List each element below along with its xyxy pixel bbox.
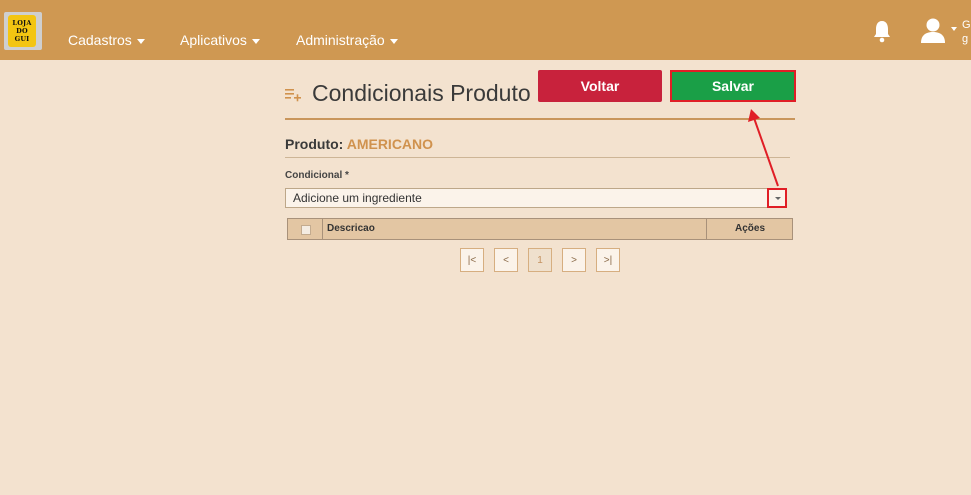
product-name: AMERICANO (346, 136, 434, 152)
pagination-page-button[interactable]: 1 (528, 248, 552, 272)
condicional-label: Condicional * (285, 170, 349, 181)
list-add-icon (285, 89, 301, 102)
nav-menu-label: Cadastros (68, 32, 132, 48)
chevron-down-icon (389, 38, 398, 44)
select-all-checkbox[interactable] (301, 225, 311, 235)
user-name-line-2: g (962, 33, 969, 45)
column-header-descricao[interactable]: Descricao (327, 219, 375, 239)
pagination-next-button[interactable]: > (562, 248, 586, 272)
store-logo[interactable]: LOJA DO GUI (4, 12, 42, 50)
page-title: Condicionais Produto (312, 80, 531, 106)
user-icon[interactable] (919, 16, 947, 44)
nav-menu-label: Aplicativos (180, 32, 247, 48)
annotation-arrow-icon (748, 109, 779, 187)
header-divider (285, 118, 795, 120)
logo-line-2: DO (16, 27, 28, 35)
conditions-table-header: Descricao Ações (287, 218, 793, 240)
top-navbar: LOJA DO GUI Cadastros Aplicativos Admini… (0, 0, 971, 60)
product-label: Produto: (285, 136, 344, 152)
user-name-line-1: G (962, 19, 971, 31)
nav-menu-label: Administração (296, 32, 385, 48)
user-name[interactable]: G g (962, 18, 971, 46)
pagination-last-button[interactable]: >| (596, 248, 620, 272)
chevron-down-icon (251, 38, 260, 44)
logo-line-3: GUI (14, 35, 30, 43)
user-menu-caret-icon[interactable] (951, 27, 957, 31)
save-button[interactable]: Salvar (670, 70, 796, 102)
logo-line-1: LOJA (12, 19, 32, 27)
nav-menu-cadastros[interactable]: Cadastros (68, 32, 145, 48)
ingredient-select[interactable]: Adicione um ingrediente (285, 188, 787, 208)
nav-menu-aplicativos[interactable]: Aplicativos (180, 32, 260, 48)
nav-menu-administracao[interactable]: Administração (296, 32, 398, 48)
pagination-prev-button[interactable]: < (494, 248, 518, 272)
section-divider (285, 157, 790, 158)
column-header-acoes: Ações (706, 219, 793, 239)
product-heading: Produto: AMERICANO (285, 136, 433, 152)
chevron-down-icon (136, 38, 145, 44)
back-button[interactable]: Voltar (538, 70, 662, 102)
ingredient-select-placeholder: Adicione um ingrediente (293, 191, 422, 205)
select-all-cell (288, 219, 323, 239)
bell-icon[interactable] (872, 19, 892, 43)
pagination-first-button[interactable]: |< (460, 248, 484, 272)
logo-badge: LOJA DO GUI (8, 15, 36, 47)
